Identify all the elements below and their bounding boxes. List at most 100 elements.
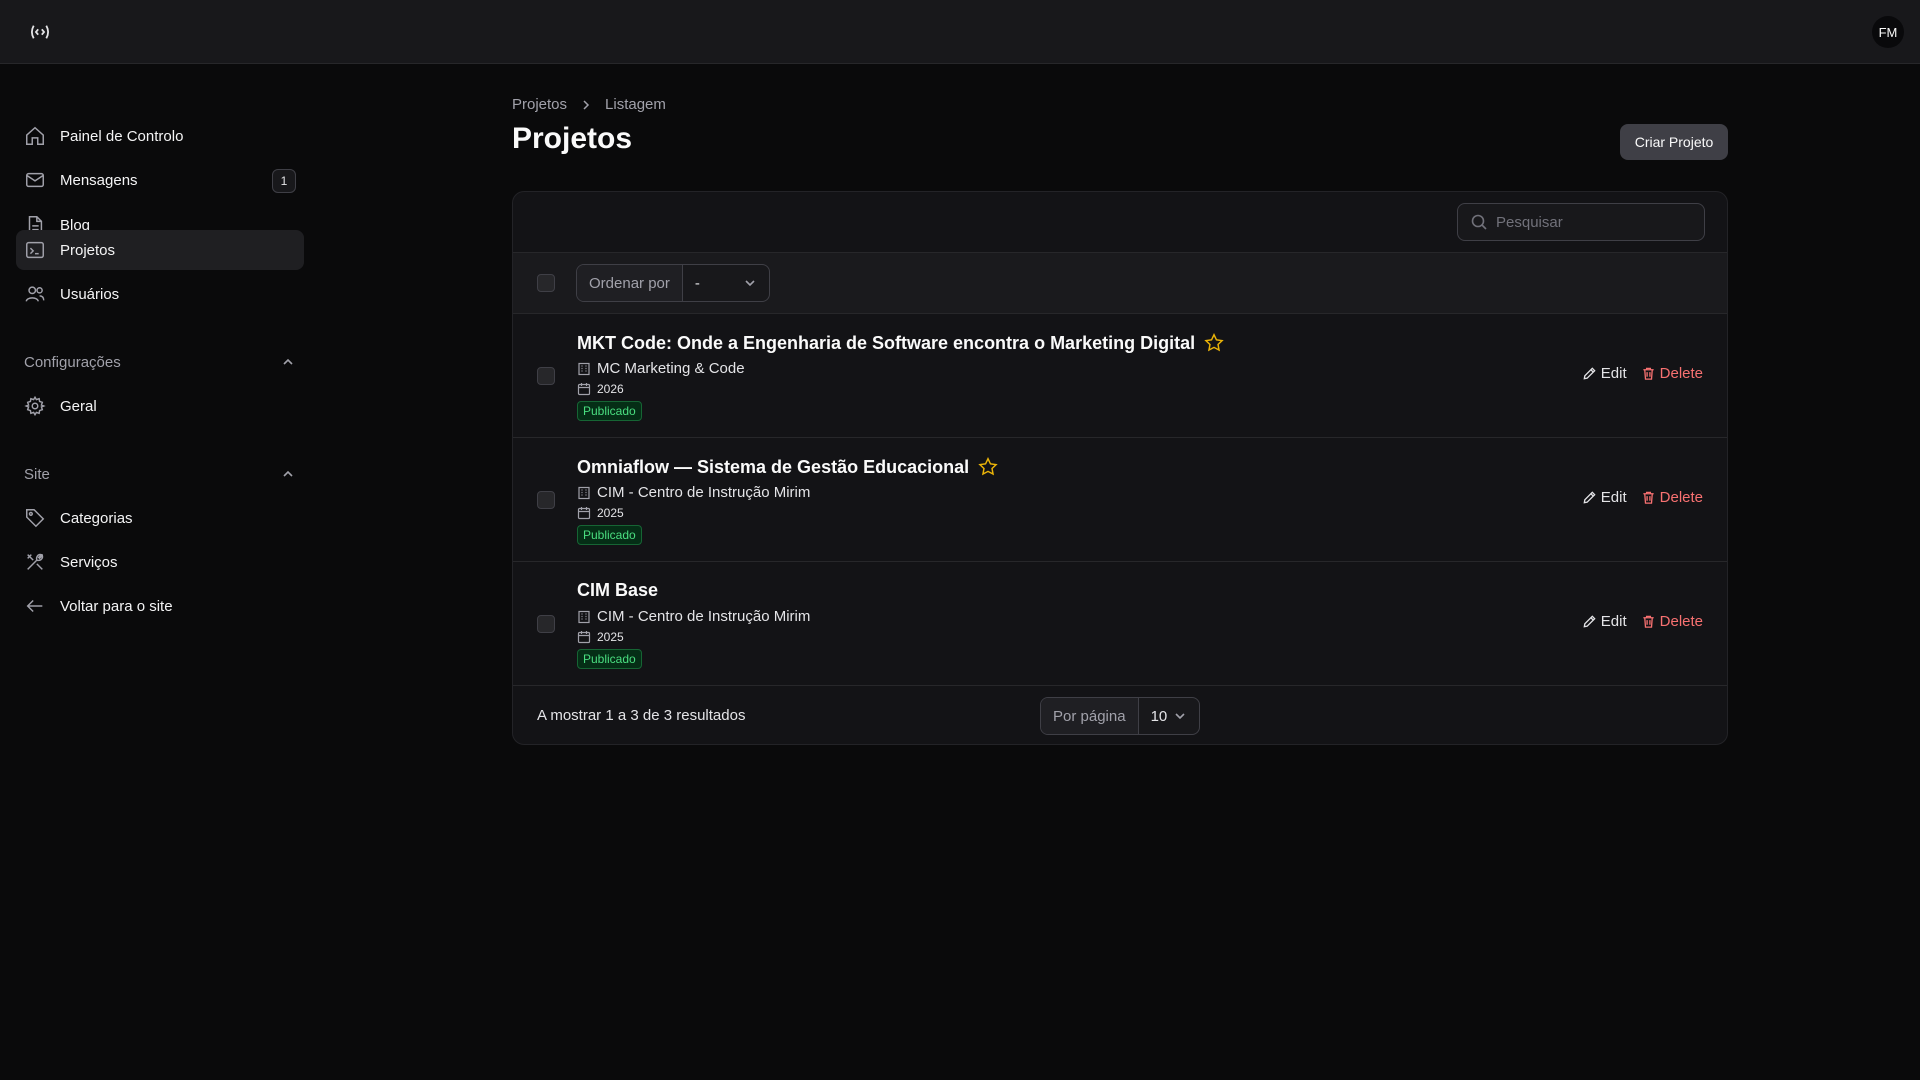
sidebar-item-dashboard[interactable]: Painel de Controlo	[16, 116, 304, 156]
per-page-control: Por página 10	[1040, 697, 1200, 735]
project-client: CIM - Centro de Instrução Mirim	[577, 484, 810, 501]
edit-button[interactable]: Edit	[1582, 365, 1627, 382]
sort-value: -	[694, 274, 700, 292]
sidebar-item-geral[interactable]: Geral	[16, 386, 304, 426]
sidebar-item-label: Categorias	[60, 509, 133, 527]
breadcrumb: Projetos Listagem	[512, 96, 666, 113]
chevron-right-icon	[583, 99, 590, 110]
breadcrumb-link[interactable]: Projetos	[512, 96, 567, 113]
per-page-value: 10	[1150, 707, 1168, 725]
search-icon	[1471, 214, 1487, 230]
per-page-select[interactable]: 10	[1139, 698, 1199, 734]
table-header	[513, 192, 1727, 253]
row-checkbox[interactable]	[537, 491, 555, 509]
sidebar-item-label: Usuários	[60, 285, 120, 303]
project-title-text: CIM Base	[577, 580, 659, 600]
star-icon[interactable]	[977, 456, 999, 478]
sidebar-item-back-to-site[interactable]: Voltar para o site	[16, 586, 304, 626]
sidebar-item-label: Painel de Controlo	[60, 127, 184, 145]
edit-button[interactable]: Edit	[1582, 613, 1627, 630]
users-icon	[24, 283, 46, 305]
project-client: CIM - Centro de Instrução Mirim	[577, 608, 810, 625]
building-icon	[578, 362, 590, 375]
code-broadcast-icon[interactable]	[28, 22, 52, 42]
sidebar-item-label: Geral	[60, 397, 97, 415]
sort-control: Ordenar por -	[576, 264, 770, 302]
project-year: 2026	[577, 382, 624, 396]
table-footer: A mostrar 1 a 3 de 3 resultados Por pági…	[513, 686, 1727, 744]
sidebar-item-messages[interactable]: Mensagens 1	[16, 160, 304, 200]
sort-select[interactable]: -	[683, 265, 769, 301]
sidebar-item-categorias[interactable]: Categorias	[16, 498, 304, 538]
mail-icon	[24, 169, 46, 191]
group-label: Site	[24, 465, 50, 483]
gear-icon	[24, 395, 46, 417]
project-title: Omniaflow — Sistema de Gestão Educaciona…	[577, 456, 999, 478]
chevron-down-icon	[1174, 713, 1185, 720]
group-site: Site	[24, 462, 296, 486]
delete-button[interactable]: Delete	[1641, 613, 1703, 630]
calendar-icon	[577, 507, 591, 520]
trash-icon	[1642, 615, 1654, 628]
terminal-window-icon	[24, 239, 46, 261]
results-summary: A mostrar 1 a 3 de 3 resultados	[537, 707, 746, 724]
sidebar-item-label: Projetos	[60, 241, 116, 259]
page-title: Projetos	[512, 122, 633, 155]
edit-button[interactable]: Edit	[1582, 489, 1627, 506]
pencil-icon	[1583, 615, 1596, 628]
calendar-icon	[577, 631, 591, 644]
search-input[interactable]	[1496, 213, 1676, 231]
per-page-label: Por página	[1041, 698, 1139, 734]
table-row[interactable]: CIM Base CIM - Centro de Instrução Mirim…	[513, 562, 1727, 686]
row-actions: Edit Delete	[1582, 613, 1703, 630]
project-title: MKT Code: Onde a Engenharia de Software …	[577, 332, 1225, 354]
status-badge: Publicado	[577, 525, 642, 545]
table-toolbar: Ordenar por -	[513, 253, 1727, 314]
status-badge: Publicado	[577, 401, 642, 421]
tag-icon	[24, 507, 46, 529]
top-bar: FM	[0, 0, 1920, 64]
tools-icon	[24, 551, 46, 573]
project-title-text: MKT Code: Onde a Engenharia de Software …	[577, 332, 1196, 353]
sidebar-item-users[interactable]: Usuários	[16, 274, 304, 314]
trash-icon	[1642, 491, 1654, 504]
building-icon	[578, 486, 590, 499]
unread-badge: 1	[272, 169, 296, 193]
home-icon	[24, 125, 46, 147]
project-client: MC Marketing & Code	[577, 360, 745, 377]
delete-button[interactable]: Delete	[1641, 489, 1703, 506]
status-badge: Publicado	[577, 649, 642, 669]
sidebar-item-servicos[interactable]: Serviços	[16, 542, 304, 582]
create-project-button[interactable]: Criar Projeto	[1620, 124, 1728, 160]
calendar-icon	[577, 383, 591, 396]
pencil-icon	[1583, 491, 1596, 504]
delete-button[interactable]: Delete	[1641, 365, 1703, 382]
chevron-up-icon[interactable]	[280, 466, 296, 482]
project-year: 2025	[577, 506, 624, 520]
table-row[interactable]: MKT Code: Onde a Engenharia de Software …	[513, 314, 1727, 438]
project-year: 2025	[577, 630, 624, 644]
sidebar-item-label: Mensagens	[60, 171, 138, 189]
projects-table: Ordenar por - MKT Code: Onde a Engenhari…	[512, 191, 1728, 745]
group-configuracoes: Configurações	[24, 350, 296, 374]
arrow-left-icon	[24, 595, 46, 617]
project-title: CIM Base	[577, 580, 658, 601]
sidebar-item-label: Serviços	[60, 553, 118, 571]
chevron-up-icon[interactable]	[280, 354, 296, 370]
avatar[interactable]: FM	[1872, 16, 1904, 48]
group-label: Configurações	[24, 353, 121, 371]
row-actions: Edit Delete	[1582, 365, 1703, 382]
row-actions: Edit Delete	[1582, 489, 1703, 506]
row-checkbox[interactable]	[537, 367, 555, 385]
sidebar-item-label: Voltar para o site	[60, 597, 173, 615]
table-row[interactable]: Omniaflow — Sistema de Gestão Educaciona…	[513, 438, 1727, 562]
trash-icon	[1642, 367, 1654, 380]
breadcrumb-current: Listagem	[605, 96, 666, 113]
select-all-checkbox[interactable]	[537, 274, 555, 292]
project-title-text: Omniaflow — Sistema de Gestão Educaciona…	[577, 456, 970, 477]
pencil-icon	[1583, 367, 1596, 380]
building-icon	[578, 610, 590, 623]
row-checkbox[interactable]	[537, 615, 555, 633]
star-icon[interactable]	[1203, 332, 1225, 354]
sidebar-item-projects[interactable]: Projetos	[16, 230, 304, 270]
